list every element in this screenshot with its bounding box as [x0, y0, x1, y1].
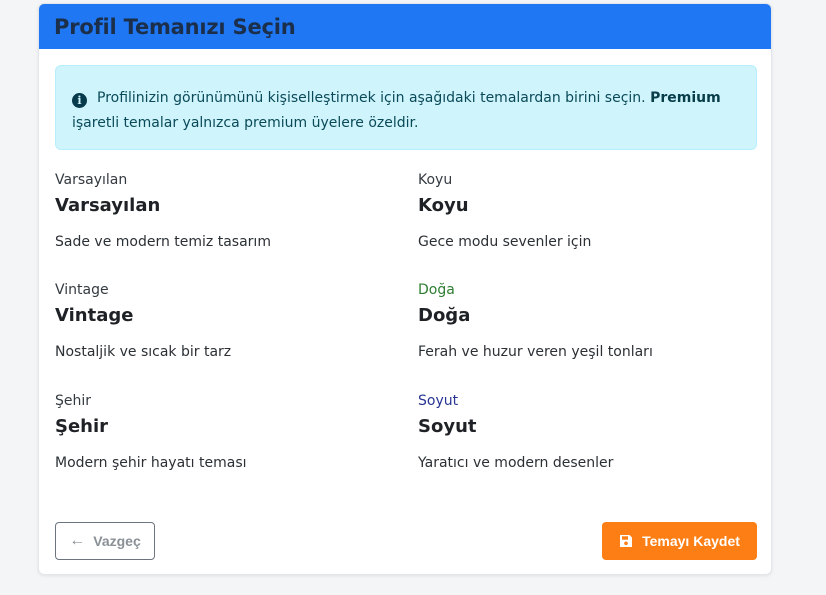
card-header: Profil Temanızı Seçin	[39, 4, 771, 49]
theme-name: Koyu	[418, 195, 469, 216]
theme-description: Ferah ve huzur veren yeşil tonları	[418, 344, 653, 360]
theme-name: Varsayılan	[55, 195, 161, 216]
theme-option-doga[interactable]: Doğa Doğa Ferah ve huzur veren yeşil ton…	[418, 280, 748, 362]
theme-name: Vintage	[55, 305, 134, 326]
theme-label: Vintage	[55, 282, 109, 298]
theme-name: Doğa	[418, 305, 471, 326]
alert-premium-highlight: Premium	[650, 90, 721, 106]
info-alert: i Profilinizin görünümünü kişiselleştirme…	[55, 65, 757, 150]
theme-name: Şehir	[55, 416, 109, 437]
theme-selection-card: Profil Temanızı Seçin i Profilinizin görü…	[38, 3, 772, 575]
theme-label: Koyu	[418, 172, 453, 188]
theme-option-vintage[interactable]: Vintage Vintage Nostaljik ve sıcak bir t…	[55, 280, 385, 362]
alert-text: Profilinizin görünümünü kişiselleştirmek…	[97, 90, 646, 106]
theme-option-koyu[interactable]: Koyu Koyu Gece modu sevenler için	[418, 170, 748, 252]
cancel-button-label: Vazgeç	[93, 533, 141, 549]
theme-option-soyut[interactable]: Soyut Soyut Yaratıcı ve modern desenler	[418, 391, 748, 473]
theme-description: Nostaljik ve sıcak bir tarz	[55, 344, 232, 360]
theme-name: Soyut	[418, 416, 477, 437]
cancel-button[interactable]: ← Vazgeç	[55, 522, 155, 560]
theme-label: Şehir	[55, 393, 92, 409]
theme-option-varsayilan[interactable]: Varsayılan Varsayılan Sade ve modern tem…	[55, 170, 385, 252]
arrow-left-icon: ←	[69, 532, 86, 549]
theme-label: Doğa	[418, 282, 455, 298]
theme-description: Gece modu sevenler için	[418, 234, 592, 250]
theme-description: Yaratıcı ve modern desenler	[418, 455, 614, 471]
alert-text-after: işaretli temalar yalnızca premium üyeler…	[72, 115, 419, 131]
theme-option-sehir[interactable]: Şehir Şehir Modern şehir hayatı teması	[55, 391, 385, 473]
theme-label: Soyut	[418, 393, 459, 409]
save-icon	[620, 535, 633, 547]
theme-description: Sade ve modern temiz tasarım	[55, 234, 271, 250]
save-theme-button[interactable]: Temayı Kaydet	[602, 522, 757, 560]
theme-label: Varsayılan	[55, 172, 128, 188]
info-circle-icon: i	[72, 93, 87, 108]
theme-description: Modern şehir hayatı teması	[55, 455, 247, 471]
page-title: Profil Temanızı Seçin	[54, 14, 296, 39]
save-button-label: Temayı Kaydet	[642, 533, 740, 549]
